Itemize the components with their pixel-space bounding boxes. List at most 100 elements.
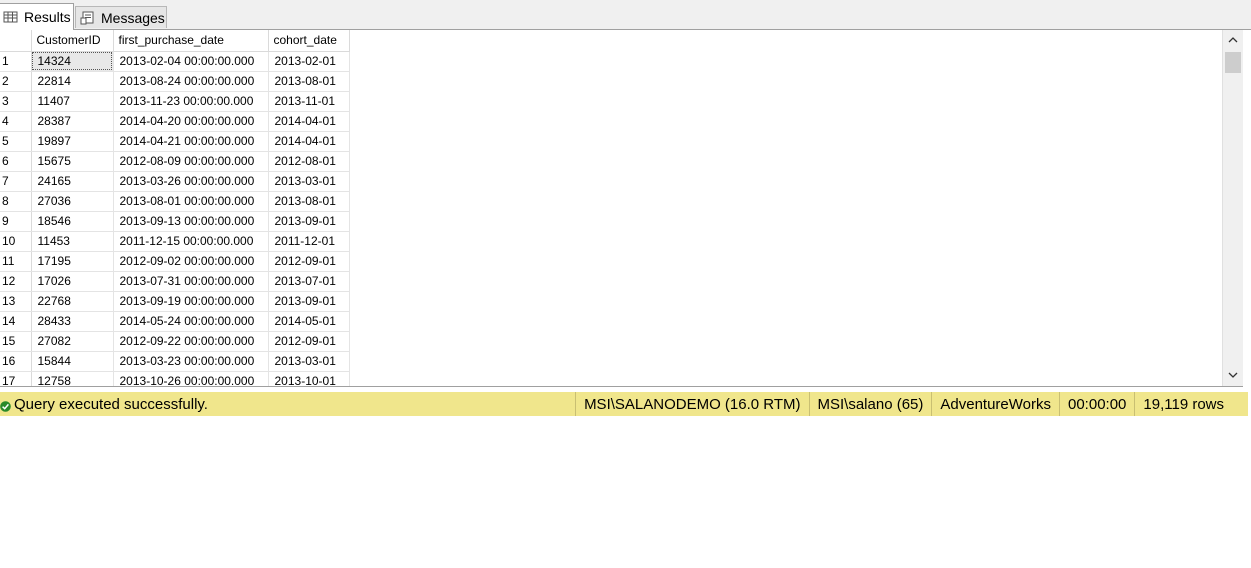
row-number[interactable]: 2 [0, 71, 32, 92]
cell-first-purchase-date[interactable]: 2013-03-26 00:00:00.000 [113, 171, 269, 192]
table-row[interactable]: 4 28387 2014-04-20 00:00:00.000 2014-04-01 [0, 111, 350, 132]
row-number[interactable]: 6 [0, 151, 32, 172]
row-number[interactable]: 9 [0, 211, 32, 232]
cell-first-purchase-date[interactable]: 2013-08-24 00:00:00.000 [113, 71, 269, 92]
row-number[interactable]: 17 [0, 371, 32, 386]
cell-customerid[interactable]: 11453 [31, 231, 114, 252]
cell-cohort-date[interactable]: 2012-09-01 [268, 331, 350, 352]
cell-cohort-date[interactable]: 2014-04-01 [268, 111, 350, 132]
table-row[interactable]: 16 15844 2013-03-23 00:00:00.000 2013-03-01 [0, 351, 350, 372]
cell-cohort-date[interactable]: 2013-11-01 [268, 91, 350, 112]
cell-cohort-date[interactable]: 2013-02-01 [268, 51, 350, 72]
cell-first-purchase-date[interactable]: 2013-02-04 00:00:00.000 [113, 51, 269, 72]
cell-first-purchase-date[interactable]: 2014-05-24 00:00:00.000 [113, 311, 269, 332]
row-number[interactable]: 3 [0, 91, 32, 112]
column-header-cohort-date[interactable]: cohort_date [268, 30, 350, 52]
table-row[interactable]: 5 19897 2014-04-21 00:00:00.000 2014-04-01 [0, 131, 350, 152]
cell-customerid[interactable]: 27082 [31, 331, 114, 352]
status-message: Query executed successfully. [0, 396, 575, 413]
table-row[interactable]: 17 12758 2013-10-26 00:00:00.000 2013-10-01 [0, 371, 350, 386]
row-number[interactable]: 4 [0, 111, 32, 132]
cell-first-purchase-date[interactable]: 2013-09-19 00:00:00.000 [113, 291, 269, 312]
cell-cohort-date[interactable]: 2013-08-01 [268, 191, 350, 212]
cell-customerid[interactable]: 15675 [31, 151, 114, 172]
cell-cohort-date[interactable]: 2011-12-01 [268, 231, 350, 252]
row-number[interactable]: 8 [0, 191, 32, 212]
cell-cohort-date[interactable]: 2013-03-01 [268, 351, 350, 372]
cell-customerid[interactable]: 12758 [31, 371, 114, 386]
tab-results-label: Results [24, 9, 71, 25]
vertical-scrollbar[interactable] [1222, 30, 1243, 386]
cell-cohort-date[interactable]: 2013-09-01 [268, 291, 350, 312]
scroll-down-icon[interactable] [1223, 366, 1243, 384]
cell-first-purchase-date[interactable]: 2011-12-15 00:00:00.000 [113, 231, 269, 252]
row-number[interactable]: 12 [0, 271, 32, 292]
cell-first-purchase-date[interactable]: 2013-08-01 00:00:00.000 [113, 191, 269, 212]
row-number[interactable]: 10 [0, 231, 32, 252]
table-row[interactable]: 3 11407 2013-11-23 00:00:00.000 2013-11-01 [0, 91, 350, 112]
cell-customerid[interactable]: 18546 [31, 211, 114, 232]
cell-cohort-date[interactable]: 2012-09-01 [268, 251, 350, 272]
table-row[interactable]: 13 22768 2013-09-19 00:00:00.000 2013-09-01 [0, 291, 350, 312]
table-row[interactable]: 9 18546 2013-09-13 00:00:00.000 2013-09-01 [0, 211, 350, 232]
cell-cohort-date[interactable]: 2013-09-01 [268, 211, 350, 232]
cell-cohort-date[interactable]: 2014-05-01 [268, 311, 350, 332]
cell-first-purchase-date[interactable]: 2012-08-09 00:00:00.000 [113, 151, 269, 172]
cell-customerid[interactable]: 19897 [31, 131, 114, 152]
cell-first-purchase-date[interactable]: 2013-09-13 00:00:00.000 [113, 211, 269, 232]
cell-customerid[interactable]: 14324 [31, 51, 114, 72]
row-number[interactable]: 16 [0, 351, 32, 372]
tab-messages[interactable]: Messages [75, 6, 167, 28]
cell-customerid[interactable]: 17195 [31, 251, 114, 272]
table-row[interactable]: 12 17026 2013-07-31 00:00:00.000 2013-07-01 [0, 271, 350, 292]
row-number[interactable]: 11 [0, 251, 32, 272]
status-elapsed: 00:00:00 [1059, 392, 1134, 416]
scroll-up-icon[interactable] [1223, 31, 1243, 49]
cell-first-purchase-date[interactable]: 2013-07-31 00:00:00.000 [113, 271, 269, 292]
row-number[interactable]: 13 [0, 291, 32, 312]
cell-first-purchase-date[interactable]: 2012-09-22 00:00:00.000 [113, 331, 269, 352]
table-row[interactable]: 2 22814 2013-08-24 00:00:00.000 2013-08-01 [0, 71, 350, 92]
row-number[interactable]: 5 [0, 131, 32, 152]
table-row[interactable]: 8 27036 2013-08-01 00:00:00.000 2013-08-01 [0, 191, 350, 212]
cell-first-purchase-date[interactable]: 2013-10-26 00:00:00.000 [113, 371, 269, 386]
cell-cohort-date[interactable]: 2012-08-01 [268, 151, 350, 172]
cell-customerid[interactable]: 22814 [31, 71, 114, 92]
cell-customerid[interactable]: 11407 [31, 91, 114, 112]
cell-first-purchase-date[interactable]: 2013-03-23 00:00:00.000 [113, 351, 269, 372]
table-row[interactable]: 6 15675 2012-08-09 00:00:00.000 2012-08-01 [0, 151, 350, 172]
scrollbar-thumb[interactable] [1225, 52, 1241, 73]
row-number[interactable]: 14 [0, 311, 32, 332]
table-row[interactable]: 15 27082 2012-09-22 00:00:00.000 2012-09-01 [0, 331, 350, 352]
cell-first-purchase-date[interactable]: 2014-04-21 00:00:00.000 [113, 131, 269, 152]
table-row[interactable]: 11 17195 2012-09-02 00:00:00.000 2012-09-01 [0, 251, 350, 272]
column-header-customerid[interactable]: CustomerID [31, 30, 114, 52]
cell-cohort-date[interactable]: 2014-04-01 [268, 131, 350, 152]
cell-first-purchase-date[interactable]: 2012-09-02 00:00:00.000 [113, 251, 269, 272]
row-number[interactable]: 7 [0, 171, 32, 192]
column-header-first-purchase-date[interactable]: first_purchase_date [113, 30, 269, 52]
cell-customerid[interactable]: 15844 [31, 351, 114, 372]
table-row[interactable]: 1 14324 2013-02-04 00:00:00.000 2013-02-01 [0, 51, 350, 72]
results-grid[interactable]: CustomerID first_purchase_date cohort_da… [0, 30, 1243, 387]
header-row: CustomerID first_purchase_date cohort_da… [0, 30, 350, 52]
cell-cohort-date[interactable]: 2013-03-01 [268, 171, 350, 192]
cell-customerid[interactable]: 24165 [31, 171, 114, 192]
cell-customerid[interactable]: 17026 [31, 271, 114, 292]
row-number[interactable]: 1 [0, 51, 32, 72]
cell-first-purchase-date[interactable]: 2013-11-23 00:00:00.000 [113, 91, 269, 112]
cell-first-purchase-date[interactable]: 2014-04-20 00:00:00.000 [113, 111, 269, 132]
table-row[interactable]: 14 28433 2014-05-24 00:00:00.000 2014-05-01 [0, 311, 350, 332]
cell-customerid[interactable]: 28387 [31, 111, 114, 132]
cell-customerid[interactable]: 27036 [31, 191, 114, 212]
tab-results[interactable]: Results [0, 3, 74, 30]
row-number[interactable]: 15 [0, 331, 32, 352]
cell-customerid[interactable]: 22768 [31, 291, 114, 312]
row-number-header [0, 30, 32, 52]
cell-cohort-date[interactable]: 2013-07-01 [268, 271, 350, 292]
cell-cohort-date[interactable]: 2013-08-01 [268, 71, 350, 92]
table-row[interactable]: 10 11453 2011-12-15 00:00:00.000 2011-12-01 [0, 231, 350, 252]
table-row[interactable]: 7 24165 2013-03-26 00:00:00.000 2013-03-01 [0, 171, 350, 192]
cell-cohort-date[interactable]: 2013-10-01 [268, 371, 350, 386]
cell-customerid[interactable]: 28433 [31, 311, 114, 332]
